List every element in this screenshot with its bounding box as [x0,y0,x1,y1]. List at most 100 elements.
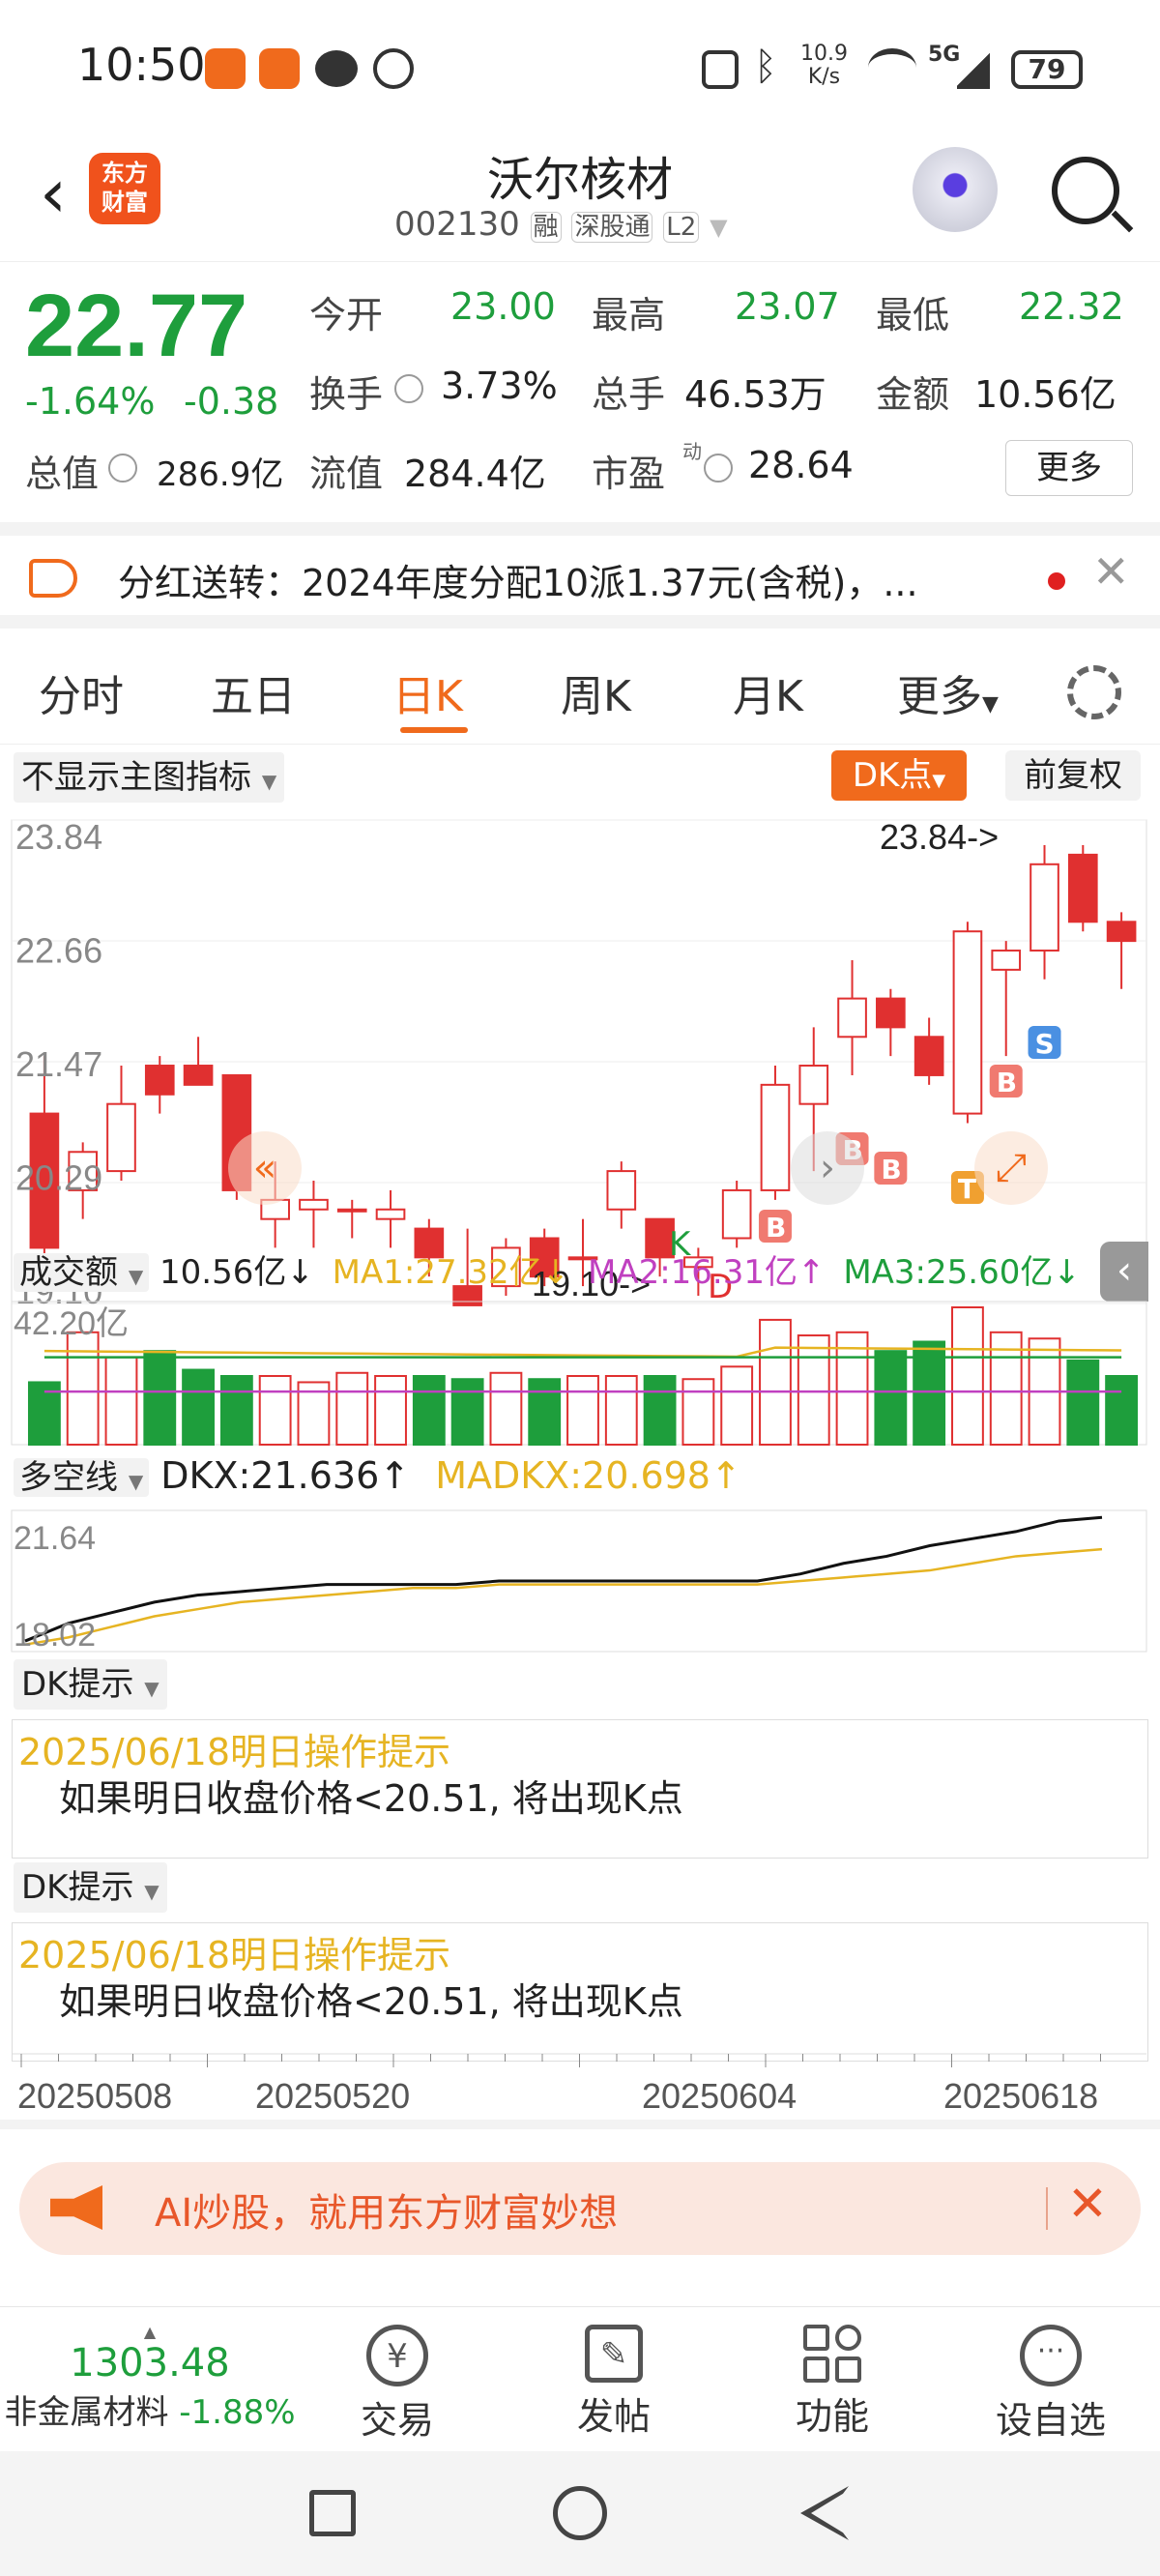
volume-ma2: MA2:16.31亿↑ [587,1253,826,1292]
back-button[interactable]: ‹ [19,155,87,232]
adjust-button[interactable]: 前复权 [1005,750,1141,801]
float-label: 流值 [309,453,384,495]
dkx-indicator-select[interactable]: 多空线 ▼ [14,1458,150,1497]
change-percent: -1.64% [25,380,156,423]
bluetooth-icon: ᛒ [754,44,777,89]
kline-chart[interactable]: 23.8422.6621.4720.2919.1023.84->19.10->K… [0,812,1160,1315]
dropdown-icon[interactable]: ▼ [710,214,727,241]
next-button[interactable]: › [791,1131,864,1205]
chevron-down-icon: ▼ [932,771,946,791]
pe-sup: 动 [682,440,702,463]
tab-more-label: 更多 [897,672,982,721]
dk-select-1[interactable]: DK提示 ▼ [14,1659,167,1710]
network-type: 5G [928,43,961,67]
volume-bar [374,1375,407,1446]
info-icon[interactable] [108,454,137,483]
candle [837,997,867,1039]
volume-bar [566,1375,599,1446]
nav-post[interactable]: ✎ 发帖 [541,2317,686,2440]
chevron-down-icon: ▼ [128,1470,144,1493]
back-icon[interactable] [800,2486,849,2540]
scroll-left-button[interactable]: « [228,1131,302,1205]
tab-intraday[interactable]: 分时 [39,661,124,723]
trade-icon: ¥ [366,2325,428,2386]
candle [991,950,1022,971]
nav-trade[interactable]: ¥ 交易 [325,2317,470,2444]
signal-icon [957,50,990,89]
pe-label: 市盈 [592,453,666,495]
collapse-legend-button[interactable]: ‹ [1100,1242,1148,1302]
signal-label: B [881,1154,901,1186]
candle [606,1170,637,1211]
volume-bar [1105,1375,1139,1446]
chart-area: 不显示主图指标 ▼ DK点▼ 前复权 23.8422.6621.4720.291… [0,745,1160,2137]
active-tab-indicator [400,727,468,733]
close-icon[interactable]: ✕ [1067,2176,1108,2232]
tab-daily-k[interactable]: 日K [392,661,463,723]
home-icon[interactable] [553,2486,607,2540]
recent-apps-icon[interactable] [309,2490,356,2536]
nav-add-watchlist[interactable]: ··· 设自选 [978,2317,1123,2444]
high-label: 最高 [592,294,666,337]
stock-name: 沃尔核材 [486,153,673,207]
battery-icon: 79 [1011,50,1083,89]
volume-value: 10.56亿↓ [160,1253,314,1292]
wechat-icon [315,50,358,87]
change-amount: -0.38 [184,380,279,423]
last-price: 22.77 [25,277,248,375]
dk-point-button[interactable]: DK点▼ [831,750,967,801]
app-notification-icon [205,48,246,89]
volume-bar [643,1375,677,1446]
dk-box-1: 2025/06/18明日操作提示 如果明日收盘价格<20.51, 将出现K点 [12,1719,1148,1859]
dk-select-2[interactable]: DK提示 ▼ [14,1862,167,1913]
net-speed: 10.9 K/s [800,42,848,89]
volume-indicator-label: 成交额 [19,1253,118,1292]
signal-label: S [1035,1028,1055,1060]
robot-assistant-icon[interactable] [913,147,998,232]
chevron-down-icon: ▼ [982,692,999,717]
nav-add-watchlist-label: 设自选 [995,2399,1106,2442]
expand-icon[interactable]: ⤢ [974,1131,1048,1205]
pe-value: 28.64 [748,444,854,486]
candle [952,930,983,1115]
index-widget[interactable]: ▲ 1303.48 非金属材料 -1.88% [0,2323,300,2433]
dkx-indicator-label: 多空线 [19,1458,118,1497]
speaker-icon [29,559,77,598]
dkx-y-bottom: 18.02 [14,1617,96,1654]
volume-bar [489,1371,523,1446]
tab-weekly-k[interactable]: 周K [561,661,631,723]
tab-five-day[interactable]: 五日 [211,661,296,723]
volume-bar [182,1368,215,1446]
nav-functions-label: 功能 [795,2395,869,2438]
settings-icon[interactable] [1067,665,1121,719]
indicator-select[interactable]: 不显示主图指标 ▼ [14,752,285,803]
nav-functions[interactable]: 功能 [760,2317,905,2440]
dk-point-label: DK点 [852,756,933,795]
info-icon[interactable] [394,374,423,403]
info-icon[interactable] [704,454,733,483]
period-tabs: 分时 五日 日K 周K 月K 更多▼ [0,638,1160,745]
x-tick-label: 20250508 [17,2076,172,2116]
chevron-down-icon: ▼ [261,770,277,793]
turnover-value: 3.73% [441,365,558,407]
volume-bar [759,1318,792,1447]
tab-more[interactable]: 更多▼ [897,661,999,723]
volume-bar [66,1331,100,1446]
tab-monthly-k[interactable]: 月K [733,661,803,723]
ad-banner[interactable]: AI炒股，就用东方财富妙想 ✕ [19,2162,1141,2255]
dkx-chart: 21.64 18.02 [11,1509,1147,1654]
volume-indicator-select[interactable]: 成交额 ▼ [14,1253,150,1292]
more-button[interactable]: 更多 [1005,440,1133,496]
notice-bar[interactable]: 分红送转：2024年度分配10派1.37元(含税)，... ✕ [0,522,1160,629]
index-row: 非金属材料 -1.88% [0,2386,300,2433]
ad-text: AI炒股，就用东方财富妙想 [155,2191,619,2236]
candle [798,1065,829,1105]
candle [1106,921,1137,943]
candle [760,1083,791,1191]
edit-icon: ✎ [585,2325,643,2383]
candle [375,1208,406,1220]
close-icon[interactable]: ✕ [1092,545,1130,598]
dk-tip-text: 如果明日收盘价格<20.51, 将出现K点 [59,1777,683,1820]
search-icon[interactable] [1052,157,1119,224]
connect-tag: 深股通 [571,212,653,243]
